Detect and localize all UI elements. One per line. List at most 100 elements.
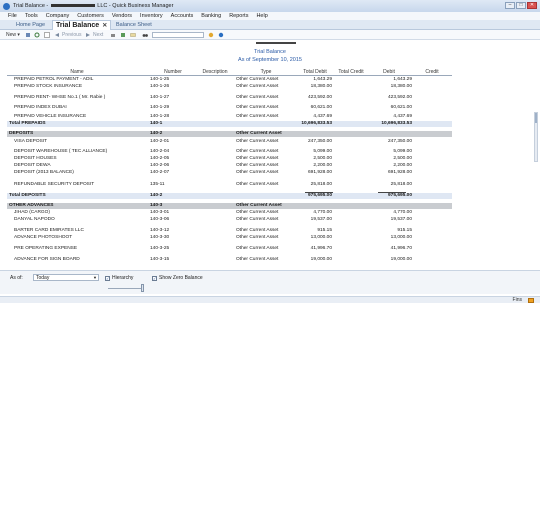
table-row[interactable]: VISA DEPOSIT 140-2-01 Other Current Asse… <box>7 139 452 145</box>
account-number: 140-2-05 <box>150 156 170 161</box>
account-type: Other Current Asset <box>236 139 279 144</box>
find-binoculars-icon[interactable] <box>142 32 148 38</box>
total-debit-value: 13,000.00 <box>310 235 332 240</box>
menu-tools[interactable]: Tools <box>25 13 38 19</box>
table-row[interactable]: ADVANCE FOR SIGN BOARD 140-3-15 Other Cu… <box>7 257 452 263</box>
total-debit-value: 247,350.00 <box>307 139 332 144</box>
table-row[interactable]: DEPOSIT DEWA 140-2-06 Other Current Asse… <box>7 163 452 169</box>
table-row[interactable]: DEPOSIT HOUSES 140-2-05 Other Current As… <box>7 156 452 162</box>
as-of-dropdown[interactable]: Today ▼ <box>33 274 99 281</box>
table-row[interactable]: JIHAD (CARGO) 140-3-01 Other Current Ass… <box>7 210 452 216</box>
previous-button[interactable]: Previous <box>62 31 81 39</box>
table-row[interactable]: PREPAID PETROL PAYMENT - ADIL 140-1-25 O… <box>7 77 452 83</box>
table-row[interactable]: DEPOSIT WAREHOUSE ( TEC ALLIANCE) 140-2-… <box>7 149 452 155</box>
tab-balance-sheet[interactable]: Balance Sheet <box>116 20 152 30</box>
total-debit-value: 691,928.00 <box>307 170 332 175</box>
total-debit-value: 4,770.00 <box>313 210 332 215</box>
checkbox-checked-icon[interactable]: ✓ <box>105 275 110 281</box>
maximize-button[interactable]: □ <box>516 2 526 9</box>
menu-vendors[interactable]: Vendors <box>112 13 132 19</box>
debit-value: 247,350.00 <box>387 139 412 144</box>
account-type: Other Current Asset <box>236 84 279 89</box>
table-row[interactable]: DANYAL NAPODO 140-3-06 Other Current Ass… <box>7 217 452 223</box>
total-debit-value: 4,437.69 <box>313 114 332 119</box>
total-debit-value: 975,695.00 <box>307 193 332 198</box>
account-name: JIHAD (CARGO) <box>14 210 50 215</box>
menu-file[interactable]: File <box>8 13 17 19</box>
as-of-label: As of: <box>10 275 23 281</box>
table-row[interactable]: PREPAID RENT- WHSE No.1 ( Mr. Rabie ) 14… <box>7 95 452 101</box>
new-button[interactable]: New ▾ <box>6 31 20 39</box>
hierarchy-checkbox[interactable]: ✓ Hierarchy <box>105 275 133 281</box>
title-bar: Trial Balance - LLC - Quick Business Man… <box>0 0 540 12</box>
next-button[interactable]: Next <box>93 31 103 39</box>
table-row[interactable]: ADVANCE PHOTOSHOOT 140-3-30 Other Curren… <box>7 235 452 241</box>
table-row[interactable]: PRE OPERATING EXPENSE 140-3-25 Other Cur… <box>7 246 452 252</box>
menu-inventory[interactable]: Inventory <box>140 13 163 19</box>
table-row-group-header[interactable]: OTHER ADVANCES 140-3 Other Current Asset <box>7 203 452 209</box>
previous-arrow-icon[interactable] <box>54 32 60 38</box>
account-name: DANYAL NAPODO <box>14 217 55 222</box>
account-name: DEPOSIT (2013 BALANCE) <box>14 170 74 175</box>
menu-reports[interactable]: Reports <box>229 13 248 19</box>
menu-company[interactable]: Company <box>46 13 70 19</box>
minimize-button[interactable]: – <box>505 2 515 9</box>
report-body: Trial Balance As of September 10, 2015 N… <box>0 40 540 270</box>
grid-icon[interactable] <box>44 32 50 38</box>
table-row-total[interactable]: Total PREPAIDS 140-1 10,696,833.53 10,69… <box>7 121 452 127</box>
status-bar: Fins <box>0 296 540 303</box>
table-row[interactable]: PREPAID VEHICLE INSURANCE 140-1-28 Other… <box>7 114 452 120</box>
zoom-slider-track[interactable] <box>108 288 144 289</box>
checkbox-checked-icon[interactable]: ✓ <box>152 275 157 281</box>
account-type: Other Current Asset <box>236 235 279 240</box>
debit-value: 41,996.70 <box>390 246 412 251</box>
report-date: As of September 10, 2015 <box>238 57 302 63</box>
search-input[interactable] <box>152 32 204 38</box>
table-row[interactable]: REFUNDABLE SECURITY DEPOSIT 135-11 Other… <box>7 182 452 188</box>
filter-panel: As of: Today ▼ ✓ Hierarchy ✓ Show Zero B… <box>0 270 540 294</box>
close-window-button[interactable]: ✕ <box>527 2 537 9</box>
account-name: DEPOSIT HOUSES <box>14 156 57 161</box>
table-row[interactable]: DEPOSIT (2013 BALANCE) 140-2-07 Other Cu… <box>7 170 452 176</box>
account-number: 140-3-01 <box>150 210 170 215</box>
help-icon[interactable] <box>218 32 224 38</box>
close-tab-icon[interactable]: ✕ <box>102 23 107 29</box>
table-row[interactable]: PREPAID STOCK INSURANCE 140-1-26 Other C… <box>7 84 452 90</box>
scrollbar-thumb[interactable] <box>535 113 537 123</box>
notification-icon[interactable] <box>528 298 534 303</box>
table-row[interactable]: BARTER CARD EMIRATES LLC 140-3-12 Other … <box>7 228 452 234</box>
account-number: 140-1 <box>150 121 163 126</box>
account-number: 140-3 <box>150 203 163 208</box>
search-go-icon[interactable] <box>208 32 214 38</box>
table-row-total[interactable]: Total DEPOSITS 140-2 975,695.00 975,695.… <box>7 193 452 199</box>
account-number: 140-3-06 <box>150 217 170 222</box>
vertical-scrollbar[interactable] <box>534 112 538 162</box>
tab-bar: Home Page Trial Balance ✕ Balance Sheet <box>0 20 540 30</box>
total-debit-value: 423,592.00 <box>307 95 332 100</box>
next-arrow-icon[interactable] <box>85 32 91 38</box>
menu-help[interactable]: Help <box>256 13 267 19</box>
refresh-icon[interactable] <box>34 32 40 38</box>
window-title-suffix: LLC - Quick Business Manager <box>95 3 174 9</box>
printer-icon[interactable] <box>110 32 116 38</box>
table-row-group-header[interactable]: DEPOSITS 140-2 Other Current Asset <box>7 131 452 137</box>
export-icon[interactable] <box>120 32 126 38</box>
email-icon[interactable] <box>130 32 136 38</box>
account-type: Other Current Asset <box>236 77 279 82</box>
menu-accounts[interactable]: Accounts <box>171 13 194 19</box>
tab-home-page[interactable]: Home Page <box>16 20 45 30</box>
zoom-slider-handle[interactable] <box>141 284 144 292</box>
account-type: Other Current Asset <box>236 246 279 251</box>
menu-customers[interactable]: Customers <box>77 13 104 19</box>
account-name: ADVANCE FOR SIGN BOARD <box>14 257 80 262</box>
debit-value: 975,695.00 <box>387 193 412 198</box>
show-zero-balance-checkbox[interactable]: ✓ Show Zero Balance <box>152 275 203 281</box>
account-type: Other Current Asset <box>236 182 279 187</box>
table-row[interactable]: PREPAID INDEX DUBAI 140-1-29 Other Curre… <box>7 105 452 111</box>
menu-banking[interactable]: Banking <box>201 13 221 19</box>
account-name: PREPAID INDEX DUBAI <box>14 105 67 110</box>
print-icon[interactable] <box>25 32 31 38</box>
tab-trial-balance[interactable]: Trial Balance ✕ <box>52 20 112 30</box>
hierarchy-label: Hierarchy <box>112 275 134 281</box>
account-name: PRE OPERATING EXPENSE <box>14 246 78 251</box>
